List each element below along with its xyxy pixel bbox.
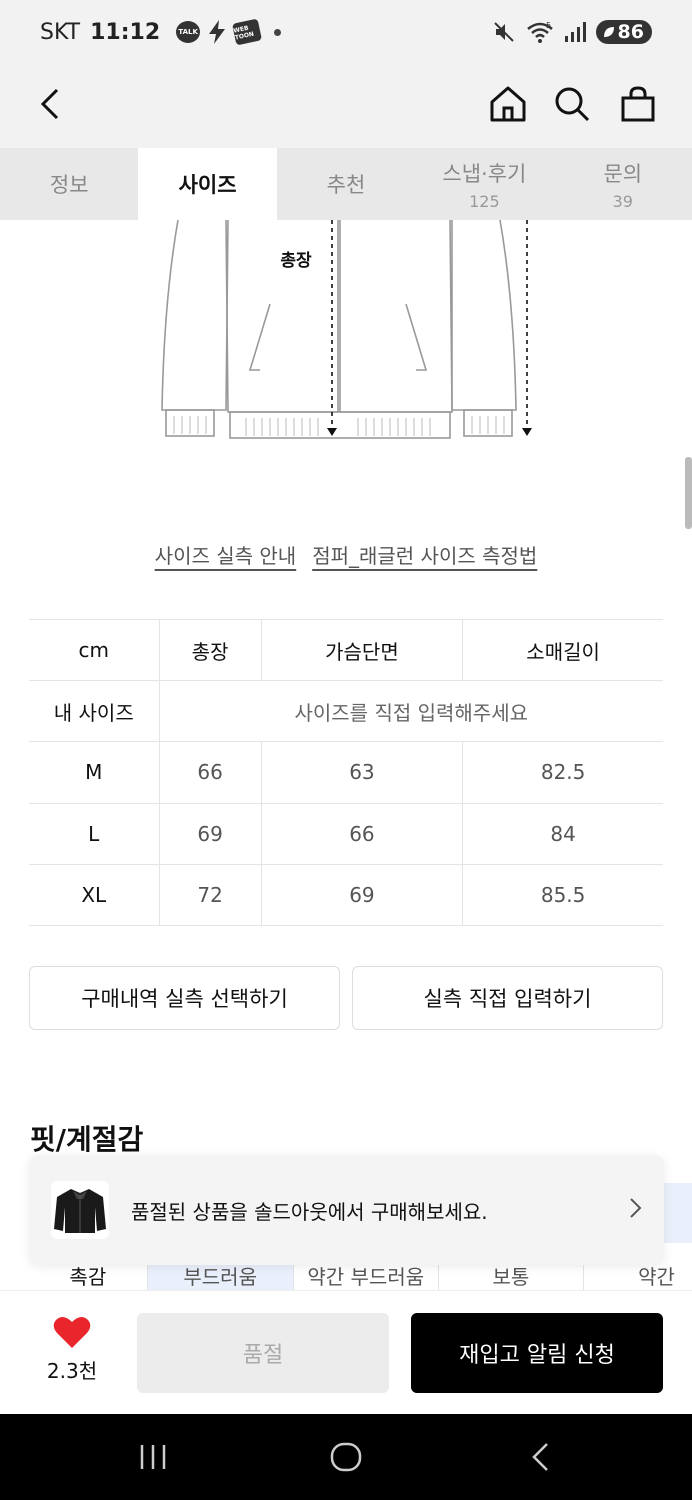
size-label: L [29, 802, 160, 865]
search-button[interactable] [548, 80, 596, 128]
toast-message: 품절된 상품을 솔드아웃에서 구매해보세요. [131, 1199, 488, 1224]
column-header: cm [29, 618, 160, 682]
product-thumbnail [51, 1181, 109, 1239]
jacket-thumbnail-icon [54, 1189, 106, 1233]
table-cell: 82.5 [462, 741, 663, 804]
table-cell: 63 [261, 741, 464, 804]
tab-size[interactable]: 사이즈 [138, 148, 277, 220]
home-nav-button[interactable] [322, 1434, 370, 1480]
tab-count: 125 [469, 191, 500, 211]
leaf-icon [603, 27, 614, 37]
mute-icon [492, 20, 516, 44]
my-size-row[interactable]: 내 사이즈 사이즈를 직접 입력해주세요 [29, 680, 663, 743]
app-screen: SKT 11:12 TALK WEB TOON 5 86 정보 사이즈 추천 스… [0, 0, 692, 1500]
raglan-measure-link[interactable]: 점퍼_래글런 사이즈 측정법 [312, 540, 537, 569]
table-cell: 69 [159, 802, 262, 865]
table-cell: 72 [159, 863, 262, 926]
tab-label: 사이즈 [178, 173, 237, 197]
talk-icon: TALK [176, 21, 201, 43]
product-tabs: 정보 사이즈 추천 스냅·후기 125 문의 39 [0, 148, 692, 220]
wifi-icon: 5 [526, 20, 554, 44]
tab-inquiry[interactable]: 문의 39 [554, 148, 692, 220]
back-nav-button[interactable] [516, 1434, 564, 1480]
back-chevron-icon [532, 1443, 548, 1471]
table-cell: 66 [261, 802, 464, 865]
home-circle-icon [330, 1442, 362, 1472]
size-label: M [29, 741, 160, 804]
like-button[interactable]: 2.3천 [30, 1315, 114, 1384]
size-guide-link[interactable]: 사이즈 실측 안내 [155, 540, 297, 569]
back-button[interactable] [26, 80, 74, 128]
direct-measure-input-button[interactable]: 실측 직접 입력하기 [352, 966, 663, 1030]
clock: 11:12 [90, 19, 161, 45]
table-header-row: cm 총장 가슴단면 소매길이 [29, 618, 663, 682]
search-icon [555, 87, 590, 122]
size-guide-links: 사이즈 실측 안내 점퍼_래글런 사이즈 측정법 [0, 540, 692, 569]
scrollbar[interactable] [685, 457, 692, 529]
table-cell: 84 [462, 802, 663, 865]
fit-highlight-strip [663, 1183, 692, 1243]
jacket-size-diagram: 총장 [161, 220, 532, 439]
bolt-icon [208, 20, 226, 44]
my-size-label: 내 사이즈 [29, 680, 160, 743]
tab-info[interactable]: 정보 [0, 148, 138, 220]
wifi-badge: 5 [546, 21, 551, 30]
tab-label: 스냅·후기 [442, 161, 527, 186]
table-row: M 66 63 82.5 [29, 741, 663, 804]
purchase-history-measure-button[interactable]: 구매내역 실측 선택하기 [29, 966, 340, 1030]
home-button[interactable] [484, 80, 532, 128]
size-table: cm 총장 가슴단면 소매길이 내 사이즈 사이즈를 직접 입력해주세요 M 6… [29, 618, 663, 926]
bottom-action-bar: 2.3천 품절 재입고 알림 신청 [0, 1290, 692, 1414]
restock-alert-button[interactable]: 재입고 알림 신청 [411, 1313, 663, 1393]
carrier-name: SKT [40, 19, 81, 45]
tab-count: 39 [612, 191, 633, 211]
size-label: XL [29, 863, 160, 926]
table-cell: 69 [261, 863, 464, 926]
column-header: 가슴단면 [261, 618, 464, 682]
heart-icon [53, 1316, 91, 1348]
tab-recommend[interactable]: 추천 [277, 148, 415, 220]
table-row: L 69 66 84 [29, 802, 663, 865]
table-cell: 66 [159, 741, 262, 804]
battery-level: 86 [617, 21, 644, 43]
recent-apps-icon [140, 1445, 166, 1469]
recent-apps-button[interactable] [129, 1434, 177, 1480]
cart-button[interactable] [614, 80, 662, 128]
webtoon-icon: WEB TOON [232, 18, 263, 46]
system-nav-bar [0, 1414, 692, 1500]
back-arrow-icon [40, 88, 59, 120]
soldout-toast[interactable]: 품절된 상품을 솔드아웃에서 구매해보세요. [29, 1155, 664, 1265]
like-count: 2.3천 [46, 1359, 98, 1383]
table-row: XL 72 69 85.5 [29, 863, 663, 926]
diagram-label-length: 총장 [280, 251, 312, 271]
status-bar: SKT 11:12 TALK WEB TOON 5 86 [0, 0, 692, 64]
fit-season-title: 핏/계절감 [30, 1123, 144, 1156]
tab-label: 문의 [603, 161, 643, 186]
column-header: 소매길이 [462, 618, 663, 682]
soldout-button: 품절 [137, 1313, 389, 1393]
tab-label: 추천 [326, 173, 366, 197]
shopping-bag-icon [621, 86, 655, 122]
app-header [0, 64, 692, 148]
table-cell: 85.5 [462, 863, 663, 926]
battery-indicator: 86 [595, 20, 652, 44]
chevron-right-icon [628, 1197, 642, 1223]
tab-label: 정보 [49, 173, 89, 197]
home-icon [490, 86, 526, 122]
tab-snap-review[interactable]: 스냅·후기 125 [415, 148, 553, 220]
column-header: 총장 [159, 618, 262, 682]
notification-dot-icon [274, 28, 282, 36]
my-size-input-prompt[interactable]: 사이즈를 직접 입력해주세요 [159, 680, 663, 743]
signal-icon [564, 21, 586, 43]
